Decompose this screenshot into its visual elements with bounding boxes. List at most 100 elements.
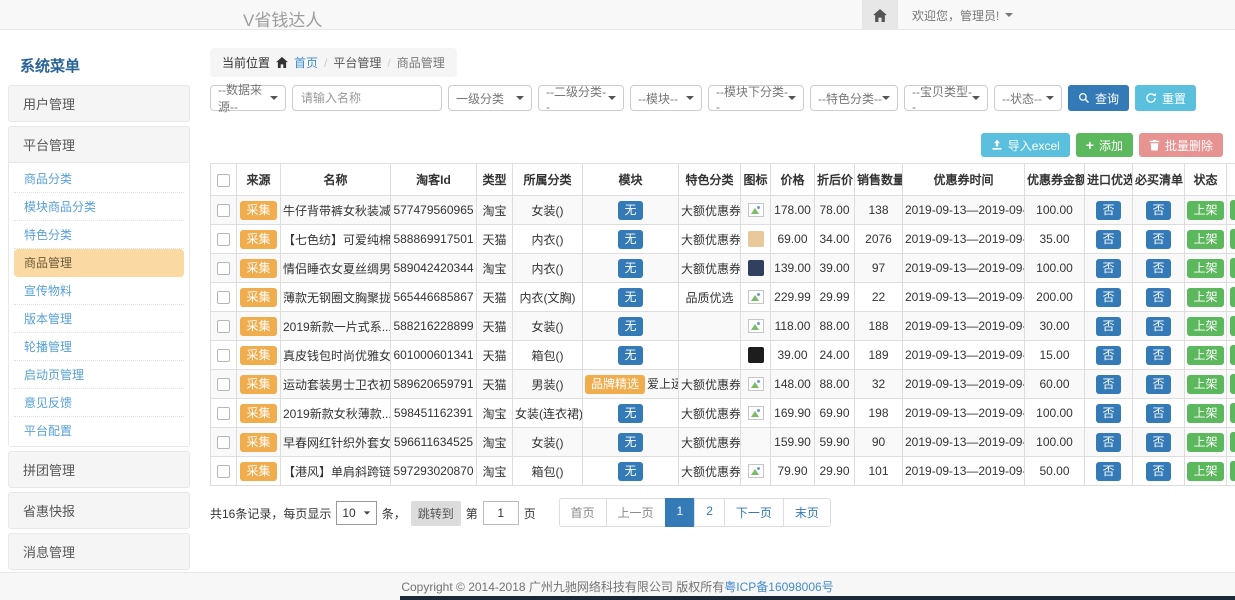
filter-select-status[interactable]: --状态-- (994, 85, 1062, 111)
status-badge[interactable]: 上架 (1187, 259, 1223, 278)
row-checkbox[interactable] (217, 378, 230, 391)
per-page-select[interactable]: 10 (336, 501, 376, 525)
search-button[interactable]: 查询 (1068, 85, 1129, 111)
batch-delete-button[interactable]: 批量删除 (1139, 133, 1223, 157)
add-button[interactable]: + 添加 (1076, 133, 1133, 157)
filter-select-value: --二级分类-- (546, 83, 608, 114)
sidebar-subitem-意见反馈[interactable]: 意见反馈 (14, 389, 184, 417)
row-checkbox[interactable] (217, 465, 230, 478)
row-checkbox[interactable] (217, 349, 230, 362)
home-icon (873, 9, 887, 22)
row-checkbox[interactable] (217, 436, 230, 449)
row-checkbox[interactable] (217, 291, 230, 304)
must-buy-toggle[interactable]: 否 (1146, 317, 1170, 336)
welcome-text: 欢迎您，管理员! (912, 7, 999, 24)
edit-button[interactable] (1230, 258, 1235, 278)
filter-select-source[interactable]: --数据来源-- (210, 85, 286, 111)
must-buy-toggle[interactable]: 否 (1146, 288, 1170, 307)
sidebar-item-省惠快报[interactable]: 省惠快报 (9, 493, 189, 528)
imported-toggle[interactable]: 否 (1096, 288, 1120, 307)
edit-button[interactable] (1230, 287, 1235, 307)
sidebar-item-拼团管理[interactable]: 拼团管理 (9, 452, 189, 487)
taoke-id: 577479560965 (391, 196, 477, 225)
must-buy-toggle[interactable]: 否 (1146, 230, 1170, 249)
filter-select-feature[interactable]: --特色分类-- (810, 85, 898, 111)
page-button-下一页[interactable]: 下一页 (724, 498, 784, 527)
must-buy-toggle[interactable]: 否 (1146, 259, 1170, 278)
row-checkbox[interactable] (217, 407, 230, 420)
sidebar-subitem-商品管理[interactable]: 商品管理 (14, 249, 184, 277)
imported-toggle[interactable]: 否 (1096, 317, 1120, 336)
imported-toggle[interactable]: 否 (1096, 462, 1120, 481)
sidebar-subitem-启动页管理[interactable]: 启动页管理 (14, 361, 184, 389)
must-buy-toggle[interactable]: 否 (1146, 433, 1170, 452)
imported-toggle[interactable]: 否 (1096, 433, 1120, 452)
imported-toggle[interactable]: 否 (1096, 404, 1120, 423)
edit-button[interactable] (1230, 229, 1235, 249)
must-buy-toggle[interactable]: 否 (1146, 346, 1170, 365)
jump-page-input[interactable] (483, 501, 519, 525)
sidebar-item-消息管理[interactable]: 消息管理 (9, 534, 189, 569)
must-buy-toggle[interactable]: 否 (1146, 201, 1170, 220)
must-buy-toggle[interactable]: 否 (1146, 462, 1170, 481)
must-buy-toggle[interactable]: 否 (1146, 404, 1170, 423)
select-all-checkbox[interactable] (217, 174, 230, 187)
status-badge[interactable]: 上架 (1187, 317, 1223, 336)
filter-select-cat1[interactable]: 一级分类 (448, 85, 532, 111)
page-button-末页[interactable]: 末页 (783, 498, 831, 527)
sidebar-subitem-平台配置[interactable]: 平台配置 (14, 417, 184, 444)
edit-button[interactable] (1230, 345, 1235, 365)
edit-button[interactable] (1230, 432, 1235, 452)
row-checkbox[interactable] (217, 262, 230, 275)
name-search-input[interactable] (292, 85, 442, 111)
sidebar-subitem-宣传物料[interactable]: 宣传物料 (14, 277, 184, 305)
edit-button[interactable] (1230, 374, 1235, 394)
filter-select-cat2[interactable]: --二级分类-- (538, 85, 624, 111)
imported-toggle[interactable]: 否 (1096, 259, 1120, 278)
jump-button[interactable]: 跳转到 (411, 501, 461, 526)
sidebar-subitem-模块商品分类[interactable]: 模块商品分类 (14, 193, 184, 221)
copyright-text: Copyright © 2014-2018 广州九驰网络科技有限公司 版权所有 (401, 578, 724, 595)
must-buy-toggle[interactable]: 否 (1146, 375, 1170, 394)
edit-button[interactable] (1230, 316, 1235, 336)
filter-select-module[interactable]: --模块-- (630, 85, 702, 111)
row-checkbox[interactable] (217, 204, 230, 217)
imported-toggle[interactable]: 否 (1096, 201, 1120, 220)
status-badge[interactable]: 上架 (1187, 230, 1223, 249)
status-badge[interactable]: 上架 (1187, 201, 1223, 220)
sidebar-subitem-特色分类[interactable]: 特色分类 (14, 221, 184, 249)
sidebar-subitem-轮播管理[interactable]: 轮播管理 (14, 333, 184, 361)
status-badge[interactable]: 上架 (1187, 375, 1223, 394)
user-menu[interactable]: 欢迎您，管理员! (898, 7, 1027, 24)
status-badge[interactable]: 上架 (1187, 346, 1223, 365)
icp-link[interactable]: 粤ICP备16098006号 (724, 578, 833, 595)
sidebar-subitem-版本管理[interactable]: 版本管理 (14, 305, 184, 333)
import-excel-button[interactable]: 导入excel (981, 133, 1070, 157)
status-badge[interactable]: 上架 (1187, 433, 1223, 452)
row-checkbox[interactable] (217, 233, 230, 246)
sidebar-item-用户管理[interactable]: 用户管理 (9, 86, 189, 121)
page-button-上一页[interactable]: 上一页 (606, 498, 666, 527)
sidebar-subitem-商品分类[interactable]: 商品分类 (14, 165, 184, 193)
page-button-1[interactable]: 1 (665, 498, 696, 527)
edit-button[interactable] (1230, 461, 1235, 481)
home-button[interactable] (862, 0, 898, 30)
filter-select-module-sub[interactable]: --模块下分类-- (708, 85, 804, 111)
edit-button[interactable] (1230, 403, 1235, 423)
breadcrumb-home-link[interactable]: 首页 (294, 54, 318, 71)
filter-select-item-type[interactable]: --宝贝类型-- (904, 85, 988, 111)
status-badge[interactable]: 上架 (1187, 288, 1223, 307)
edit-button[interactable] (1230, 200, 1235, 220)
imported-toggle[interactable]: 否 (1096, 230, 1120, 249)
status-badge[interactable]: 上架 (1187, 462, 1223, 481)
reset-button[interactable]: 重置 (1135, 85, 1196, 111)
imported-toggle[interactable]: 否 (1096, 375, 1120, 394)
row-checkbox[interactable] (217, 320, 230, 333)
page-button-2[interactable]: 2 (694, 498, 725, 527)
status-badge[interactable]: 上架 (1187, 404, 1223, 423)
imported-toggle[interactable]: 否 (1096, 346, 1120, 365)
source-badge: 采集 (240, 346, 276, 365)
page-button-首页[interactable]: 首页 (558, 498, 606, 527)
sidebar-item-平台管理[interactable]: 平台管理 (9, 127, 189, 162)
price: 79.90 (771, 457, 815, 486)
